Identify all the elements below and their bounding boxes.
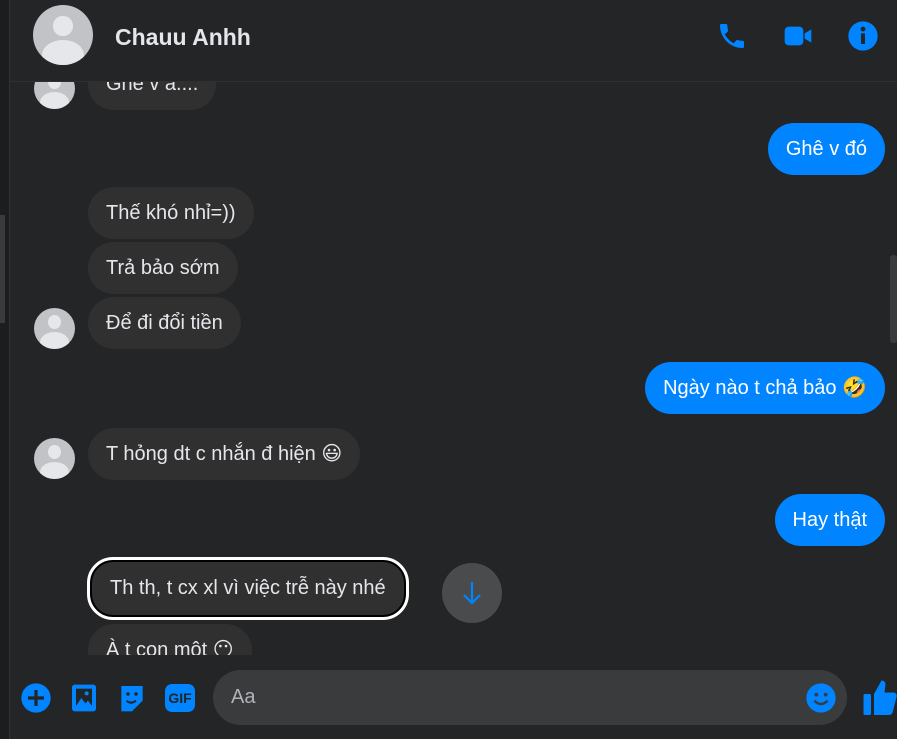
video-camera-icon[interactable] <box>782 20 814 52</box>
composer: GIF <box>10 655 897 739</box>
contact-avatar[interactable] <box>33 5 93 65</box>
avatar <box>34 308 75 349</box>
message-outgoing[interactable]: Ngày nào t chả bảo 🤣 <box>645 362 885 414</box>
message-incoming[interactable]: Để đi đổi tiền <box>88 297 241 349</box>
left-panel-edge <box>0 0 10 739</box>
arrow-down-icon <box>463 582 481 605</box>
image-icon[interactable] <box>68 682 100 714</box>
message-outgoing[interactable]: Ghê v đó <box>767 123 885 175</box>
messages-scrollbar[interactable] <box>890 255 897 343</box>
message-incoming-selected[interactable]: Th th, t cx xl vì việc trễ này nhé <box>87 557 409 620</box>
sticker-icon[interactable] <box>116 682 148 714</box>
phone-icon[interactable] <box>716 20 748 52</box>
message-incoming[interactable]: Thế khó nhỉ=)) <box>88 187 254 239</box>
left-scrollbar[interactable] <box>0 215 5 323</box>
contact-name[interactable]: Chauu Anhh <box>115 24 251 51</box>
plus-icon[interactable] <box>20 682 52 714</box>
scroll-to-bottom-button[interactable] <box>442 563 502 623</box>
message-input-container[interactable] <box>213 670 847 725</box>
chat-header: Chauu Anhh <box>10 0 897 82</box>
avatar <box>34 438 75 479</box>
info-icon[interactable] <box>847 20 879 52</box>
message-input[interactable] <box>231 670 791 725</box>
message-incoming[interactable]: À t con một 😶 <box>88 624 252 655</box>
message-outgoing[interactable]: Hay thật <box>774 494 885 546</box>
message-list: Ghê v a.... Ghê v đó Thế khó nhỉ=)) Trả … <box>10 0 885 655</box>
message-incoming[interactable]: Trả bảo sớm <box>88 242 238 294</box>
thumbs-up-icon[interactable] <box>862 677 897 717</box>
message-incoming[interactable]: T hỏng dt c nhắn đ hiện 😃 <box>88 428 361 480</box>
emoji-icon[interactable] <box>805 682 837 714</box>
gif-icon[interactable]: GIF <box>165 684 195 712</box>
